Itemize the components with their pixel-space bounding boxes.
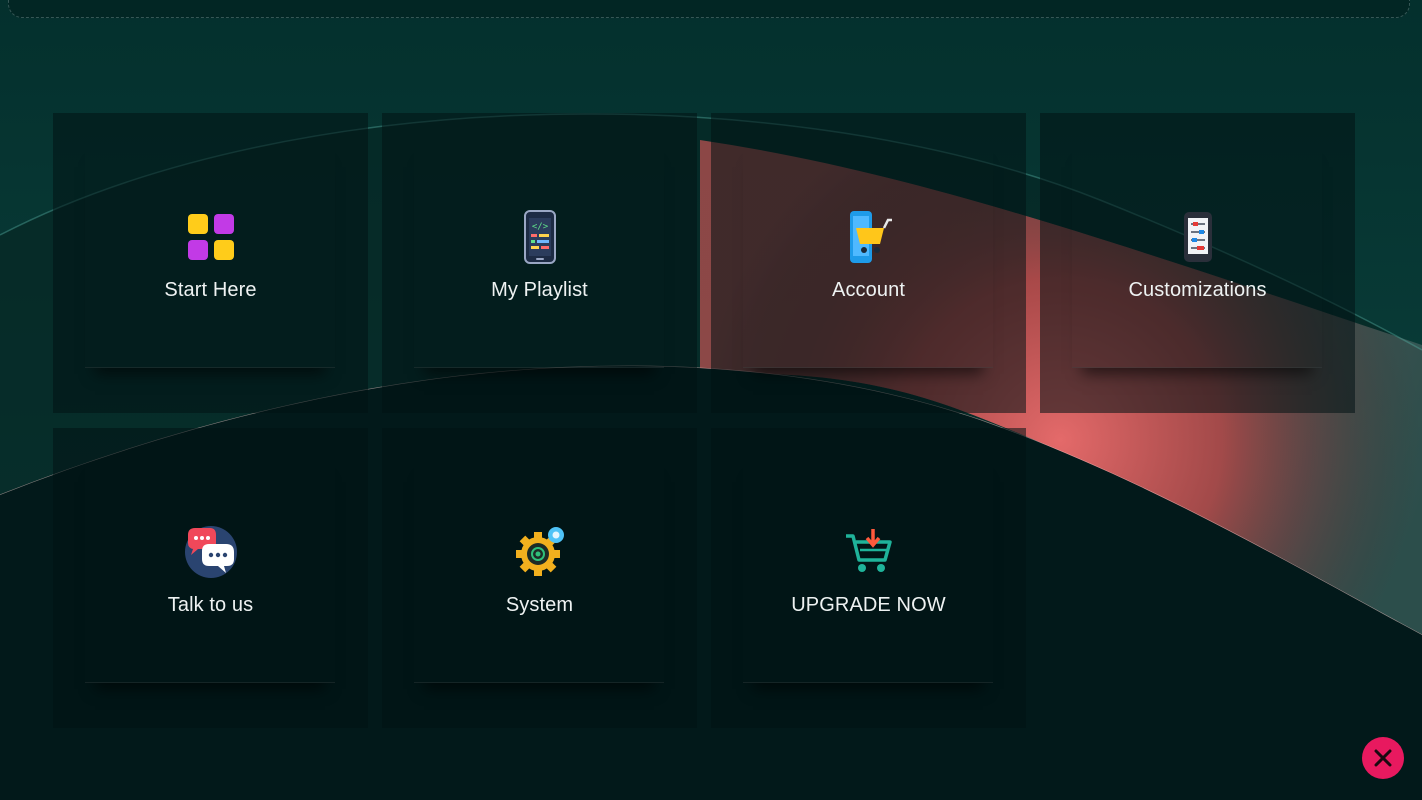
phone-code-icon: </> — [512, 209, 568, 265]
tile-customizations[interactable]: Customizations — [1040, 113, 1355, 413]
close-button[interactable] — [1362, 737, 1404, 779]
chat-bubbles-icon — [183, 524, 239, 580]
cart-download-icon — [841, 524, 897, 580]
tile-start-here[interactable]: Start Here — [53, 113, 368, 413]
tile-label: System — [505, 594, 574, 616]
tile-talk-to-us[interactable]: Talk to us — [53, 428, 368, 728]
top-bar — [8, 0, 1410, 18]
tile-label: UPGRADE NOW — [791, 594, 946, 616]
tile-label: My Playlist — [491, 279, 588, 301]
tile-label: Customizations — [1128, 279, 1267, 301]
app-grid-icon — [183, 209, 239, 265]
settings-sliders-icon — [1170, 209, 1226, 265]
svg-text:</>: </> — [531, 222, 548, 232]
tile-label: Talk to us — [167, 594, 254, 616]
tile-my-playlist[interactable]: </> My Playlist — [382, 113, 697, 413]
tile-label: Start Here — [164, 279, 257, 301]
gear-icon — [512, 524, 568, 580]
phone-cart-icon — [841, 209, 897, 265]
tile-label: Account — [832, 279, 905, 301]
close-icon — [1374, 749, 1392, 767]
tile-upgrade-now[interactable]: UPGRADE NOW — [711, 428, 1026, 728]
tile-account[interactable]: Account — [711, 113, 1026, 413]
tile-system[interactable]: System — [382, 428, 697, 728]
main-menu-screen: Start Here </> My Playlist Account Custo… — [0, 0, 1422, 800]
